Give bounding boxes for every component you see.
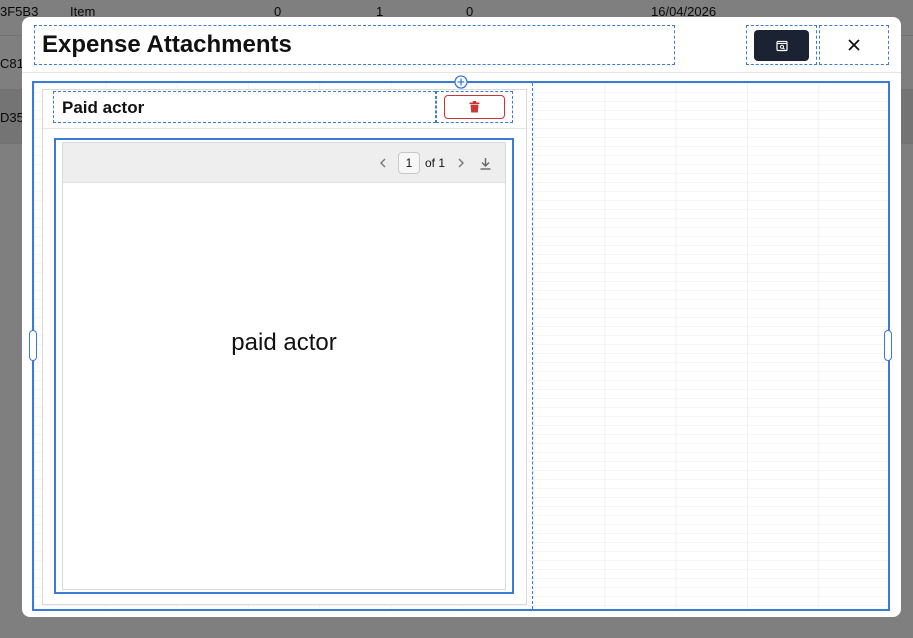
title-container: Expense Attachments <box>34 25 675 65</box>
attachment-title: Paid actor <box>62 98 145 117</box>
modal-title: Expense Attachments <box>42 31 292 58</box>
page-number-input[interactable]: 1 <box>398 152 420 174</box>
attachment-card: Paid actor 1 of 1 paid actor <box>42 89 527 605</box>
delete-attachment-button[interactable] <box>444 95 505 119</box>
page-total-label: of 1 <box>425 156 446 170</box>
download-icon <box>480 157 490 170</box>
delete-button-container <box>436 91 513 123</box>
document-viewer-frame: 1 of 1 paid actor <box>54 138 514 594</box>
attachment-column: Paid actor 1 of 1 paid actor <box>34 83 533 609</box>
attachment-card-header: Paid actor <box>43 90 526 129</box>
document-search-icon <box>775 40 788 51</box>
download-button[interactable] <box>477 155 493 171</box>
expense-attachments-modal: Expense Attachments Paid actor 1 of 1 pa… <box>22 17 901 617</box>
preview-button-container <box>746 25 817 65</box>
preview-button[interactable] <box>754 30 809 61</box>
chevron-right-icon <box>458 158 464 168</box>
resize-handle-right[interactable] <box>884 330 892 361</box>
previous-page-button[interactable] <box>375 155 391 171</box>
chevron-left-icon <box>380 158 386 168</box>
close-icon <box>848 39 860 51</box>
next-page-button[interactable] <box>453 155 469 171</box>
document-page-text: paid actor <box>231 329 337 356</box>
close-button[interactable] <box>819 25 889 65</box>
trash-icon <box>469 101 480 113</box>
modal-header: Expense Attachments <box>22 17 901 73</box>
pdf-viewer: 1 of 1 paid actor <box>62 142 506 590</box>
viewer-toolbar: 1 of 1 <box>63 143 505 183</box>
attachment-title-container: Paid actor <box>53 91 436 123</box>
